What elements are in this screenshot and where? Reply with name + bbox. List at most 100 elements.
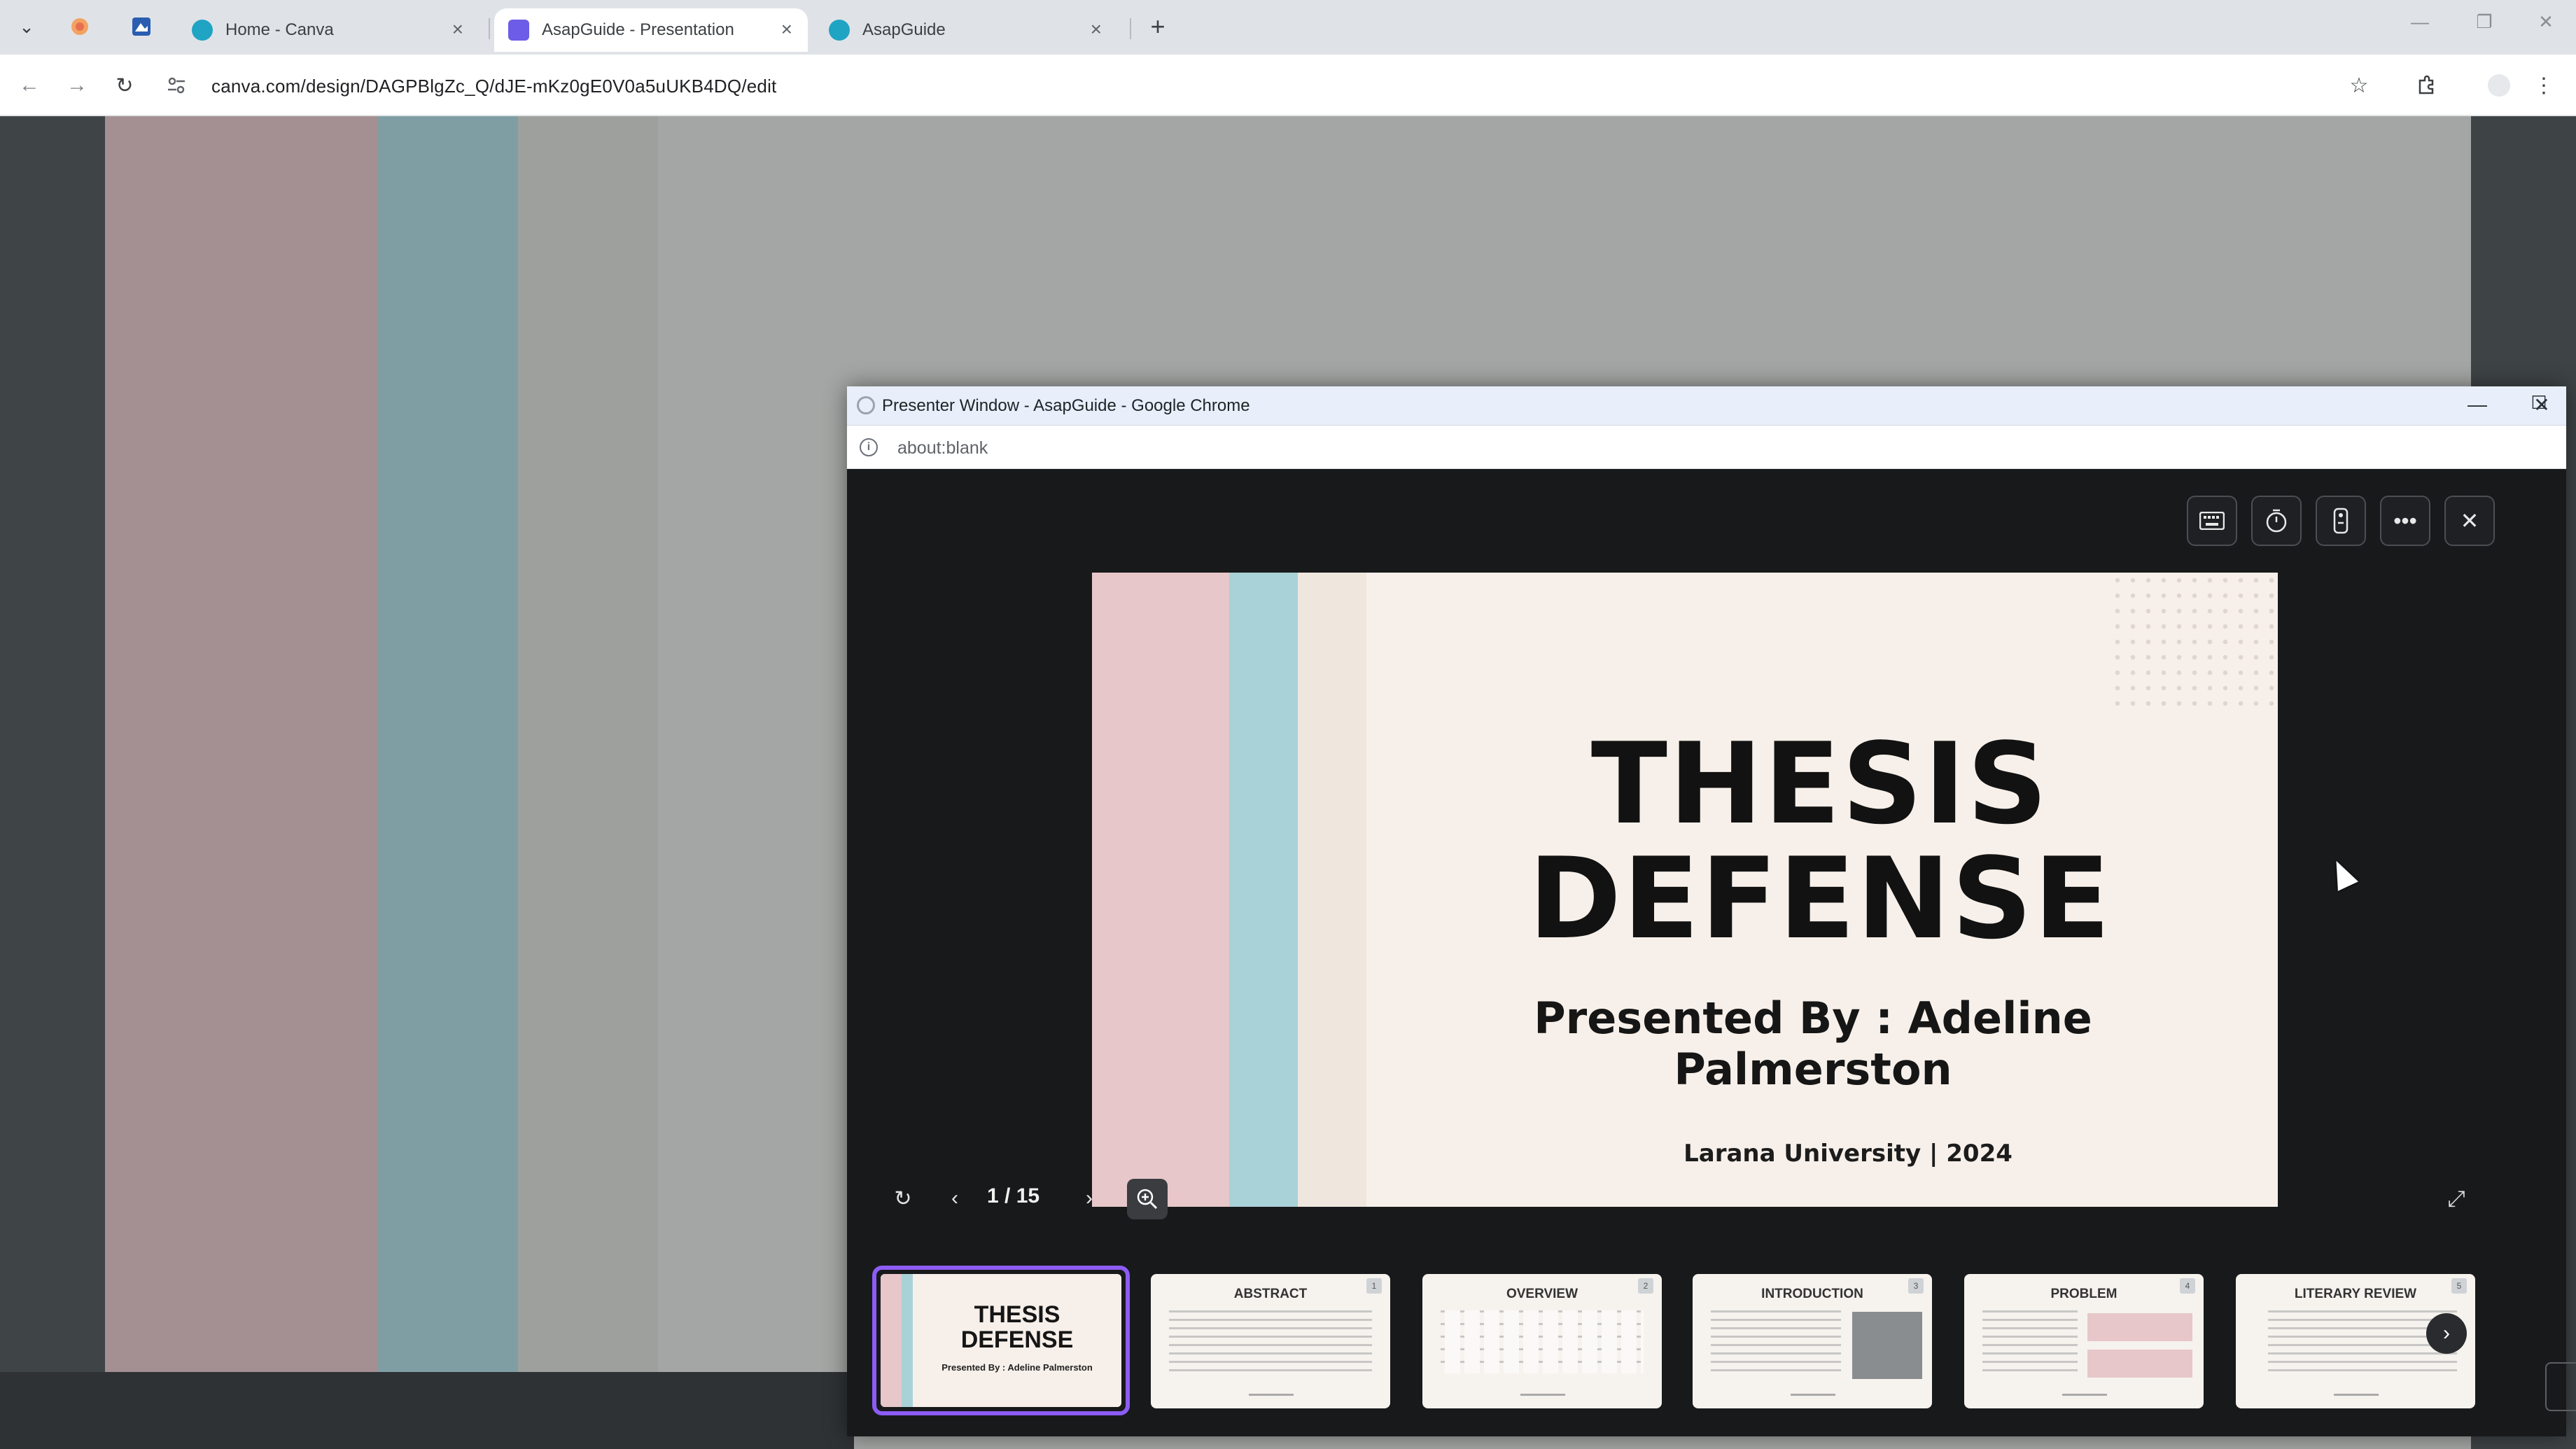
thumbnail-slide-2[interactable]: ABSTRACT 1	[1151, 1274, 1390, 1408]
close-window-icon[interactable]: ✕	[2528, 11, 2563, 33]
thumbnail-footer	[1791, 1394, 1835, 1396]
background-slide-stripe	[105, 116, 378, 1449]
thumbnail-photo	[1852, 1312, 1922, 1379]
keyboard-icon[interactable]	[2187, 496, 2237, 546]
address-bar[interactable]: canva.com/design/DAGPBlgZc_Q/dJE-mKz0gE0…	[165, 64, 2356, 106]
profile-avatar[interactable]	[2484, 70, 2514, 101]
thumb-stripe	[902, 1274, 913, 1407]
slide-dot-pattern	[2110, 573, 2278, 713]
thumbnails-next-icon[interactable]: ›	[2426, 1313, 2467, 1354]
tab-asapguide-presentation[interactable]: AsapGuide - Presentation ×	[494, 8, 808, 52]
close-presenter-icon[interactable]: ✕	[2444, 496, 2495, 546]
page-indicator: 1 / 15	[987, 1184, 1040, 1208]
thumbnail-slide-4[interactable]: INTRODUCTION 3	[1693, 1274, 1932, 1408]
thumbnail-slide-5[interactable]: PROBLEM 4	[1964, 1274, 2204, 1408]
canva-icon	[192, 20, 213, 41]
chrome-icon	[857, 396, 875, 414]
minimize-icon[interactable]: —	[2460, 393, 2495, 419]
slide-presenter-name: Presented By : Adeline Palmerston	[1534, 993, 2092, 1095]
tab-label: Home - Canva	[225, 20, 334, 39]
forward-icon[interactable]: →	[60, 69, 94, 102]
thumbnail-text-lines	[1982, 1310, 2078, 1373]
background-left-panel	[0, 116, 105, 1449]
previous-slide-icon[interactable]: ‹	[941, 1177, 969, 1219]
url-text: canva.com/design/DAGPBlgZc_Q/dJE-mKz0gE0…	[211, 76, 777, 97]
info-icon[interactable]: i	[860, 438, 878, 456]
timer-icon[interactable]	[2251, 496, 2302, 546]
close-icon[interactable]: ×	[1091, 18, 1102, 41]
restore-icon[interactable]: ❐	[2467, 11, 2502, 33]
thumbnail-footer	[2334, 1394, 2379, 1396]
thumbnail-box	[2087, 1313, 2192, 1341]
thumbnail-slide-3[interactable]: OVERVIEW 2	[1422, 1274, 1662, 1408]
reload-icon[interactable]: ↻	[108, 69, 141, 102]
presenter-url: about:blank	[897, 438, 988, 458]
thumb-stripe	[881, 1274, 902, 1407]
presenter-window-titlebar[interactable]: Presenter Window - AsapGuide - Google Ch…	[847, 386, 2566, 426]
current-slide[interactable]: THESIS DEFENSE Presented By : Adeline Pa…	[1092, 573, 2278, 1207]
thumbnail-text-lines	[1441, 1310, 1644, 1373]
tab-separator	[1130, 18, 1131, 39]
menu-kebab-icon[interactable]: ⋮	[2528, 70, 2559, 101]
background-slide-stripe	[378, 116, 518, 1449]
extensions-icon[interactable]	[2411, 70, 2442, 101]
next-slide-icon[interactable]: ›	[1075, 1177, 1103, 1219]
zoom-icon[interactable]	[1127, 1179, 1168, 1219]
presenter-window: Presenter Window - AsapGuide - Google Ch…	[847, 386, 2566, 1436]
fullscreen-icon[interactable]: ⤢	[2437, 1180, 2475, 1218]
thumbnail-footer	[2062, 1394, 2107, 1396]
browser-toolbar: ← → ↻ canva.com/design/DAGPBlgZc_Q/dJE-m…	[0, 55, 2576, 116]
thumbnail-title: OVERVIEW	[1506, 1287, 1578, 1301]
thumbnail-title: THESIS DEFENSE	[923, 1302, 1112, 1352]
thumbnail-title-line: DEFENSE	[960, 1326, 1074, 1353]
slide-stripe-blue	[1229, 573, 1298, 1207]
thumbnail-title: ABSTRACT	[1233, 1287, 1308, 1301]
screen: ⌄ Home - Canva × AsapGuide - Presentatio…	[0, 0, 2576, 1449]
thumbnail-number: 5	[2451, 1278, 2467, 1294]
thumbnail-number: 2	[1638, 1278, 1653, 1294]
pinned-tab-icon[interactable]	[129, 14, 154, 39]
close-icon[interactable]: ×	[452, 18, 463, 41]
thumbnail-number: 4	[2180, 1278, 2195, 1294]
thumbnail-title-line: THESIS	[974, 1301, 1060, 1328]
tab-asapguide[interactable]: AsapGuide ×	[815, 8, 1117, 52]
tab-strip: ⌄ Home - Canva × AsapGuide - Presentatio…	[0, 0, 2576, 55]
tab-search-icon[interactable]: ⌄	[13, 13, 41, 41]
thumbnail-title: PROBLEM	[2050, 1287, 2118, 1301]
background-bottom-bar	[0, 1372, 854, 1449]
thumbnail-footer	[1249, 1394, 1294, 1396]
tab-label: AsapGuide - Presentation	[542, 20, 734, 39]
pinned-tab-icon[interactable]	[67, 14, 92, 39]
close-window-icon[interactable]: ✕	[2524, 393, 2559, 419]
tab-separator	[489, 18, 490, 39]
minimize-icon[interactable]: —	[2402, 11, 2437, 33]
thumbnail-number: 3	[1908, 1278, 1924, 1294]
slide-title: THESIS DEFENSE	[1470, 727, 2170, 956]
slide-title-line: THESIS	[1590, 718, 2050, 849]
restart-icon[interactable]: ↻	[882, 1177, 924, 1219]
back-icon[interactable]: ←	[13, 69, 46, 102]
new-tab-button[interactable]: +	[1142, 11, 1173, 42]
thumbnail-slide-1[interactable]: THESIS DEFENSE Presented By : Adeline Pa…	[872, 1266, 1130, 1415]
thumbnail-title: INTRODUCTION	[1761, 1287, 1863, 1301]
thumbnail-text-lines	[1711, 1310, 1841, 1373]
thumbnail-title: LITERARY REVIEW	[2294, 1287, 2417, 1301]
thumbnail-subtitle: Presented By : Adeline Palmerston	[941, 1362, 1093, 1373]
presenter-address-bar[interactable]: i about:blank	[847, 426, 2566, 469]
remote-control-icon[interactable]	[2316, 496, 2366, 546]
side-panel-handle[interactable]	[2545, 1362, 2576, 1411]
thumbnail-footer	[1520, 1394, 1565, 1396]
tab-home-canva[interactable]: Home - Canva ×	[178, 8, 479, 52]
site-settings-icon[interactable]	[165, 74, 188, 97]
background-slide-stripe	[518, 116, 658, 1449]
thumbnail-box	[2087, 1350, 2192, 1378]
bookmark-star-icon[interactable]: ☆	[2344, 70, 2374, 101]
slide-university: Larana University | 2024	[1684, 1140, 2012, 1168]
more-options-icon[interactable]: •••	[2380, 496, 2430, 546]
slide-stripe-pink	[1092, 573, 1229, 1207]
slide-title-line: DEFENSE	[1528, 833, 2112, 964]
tab-label: AsapGuide	[862, 20, 946, 39]
canva-icon	[829, 20, 850, 41]
canva-presentation-icon	[508, 20, 529, 41]
close-icon[interactable]: ×	[781, 18, 792, 41]
